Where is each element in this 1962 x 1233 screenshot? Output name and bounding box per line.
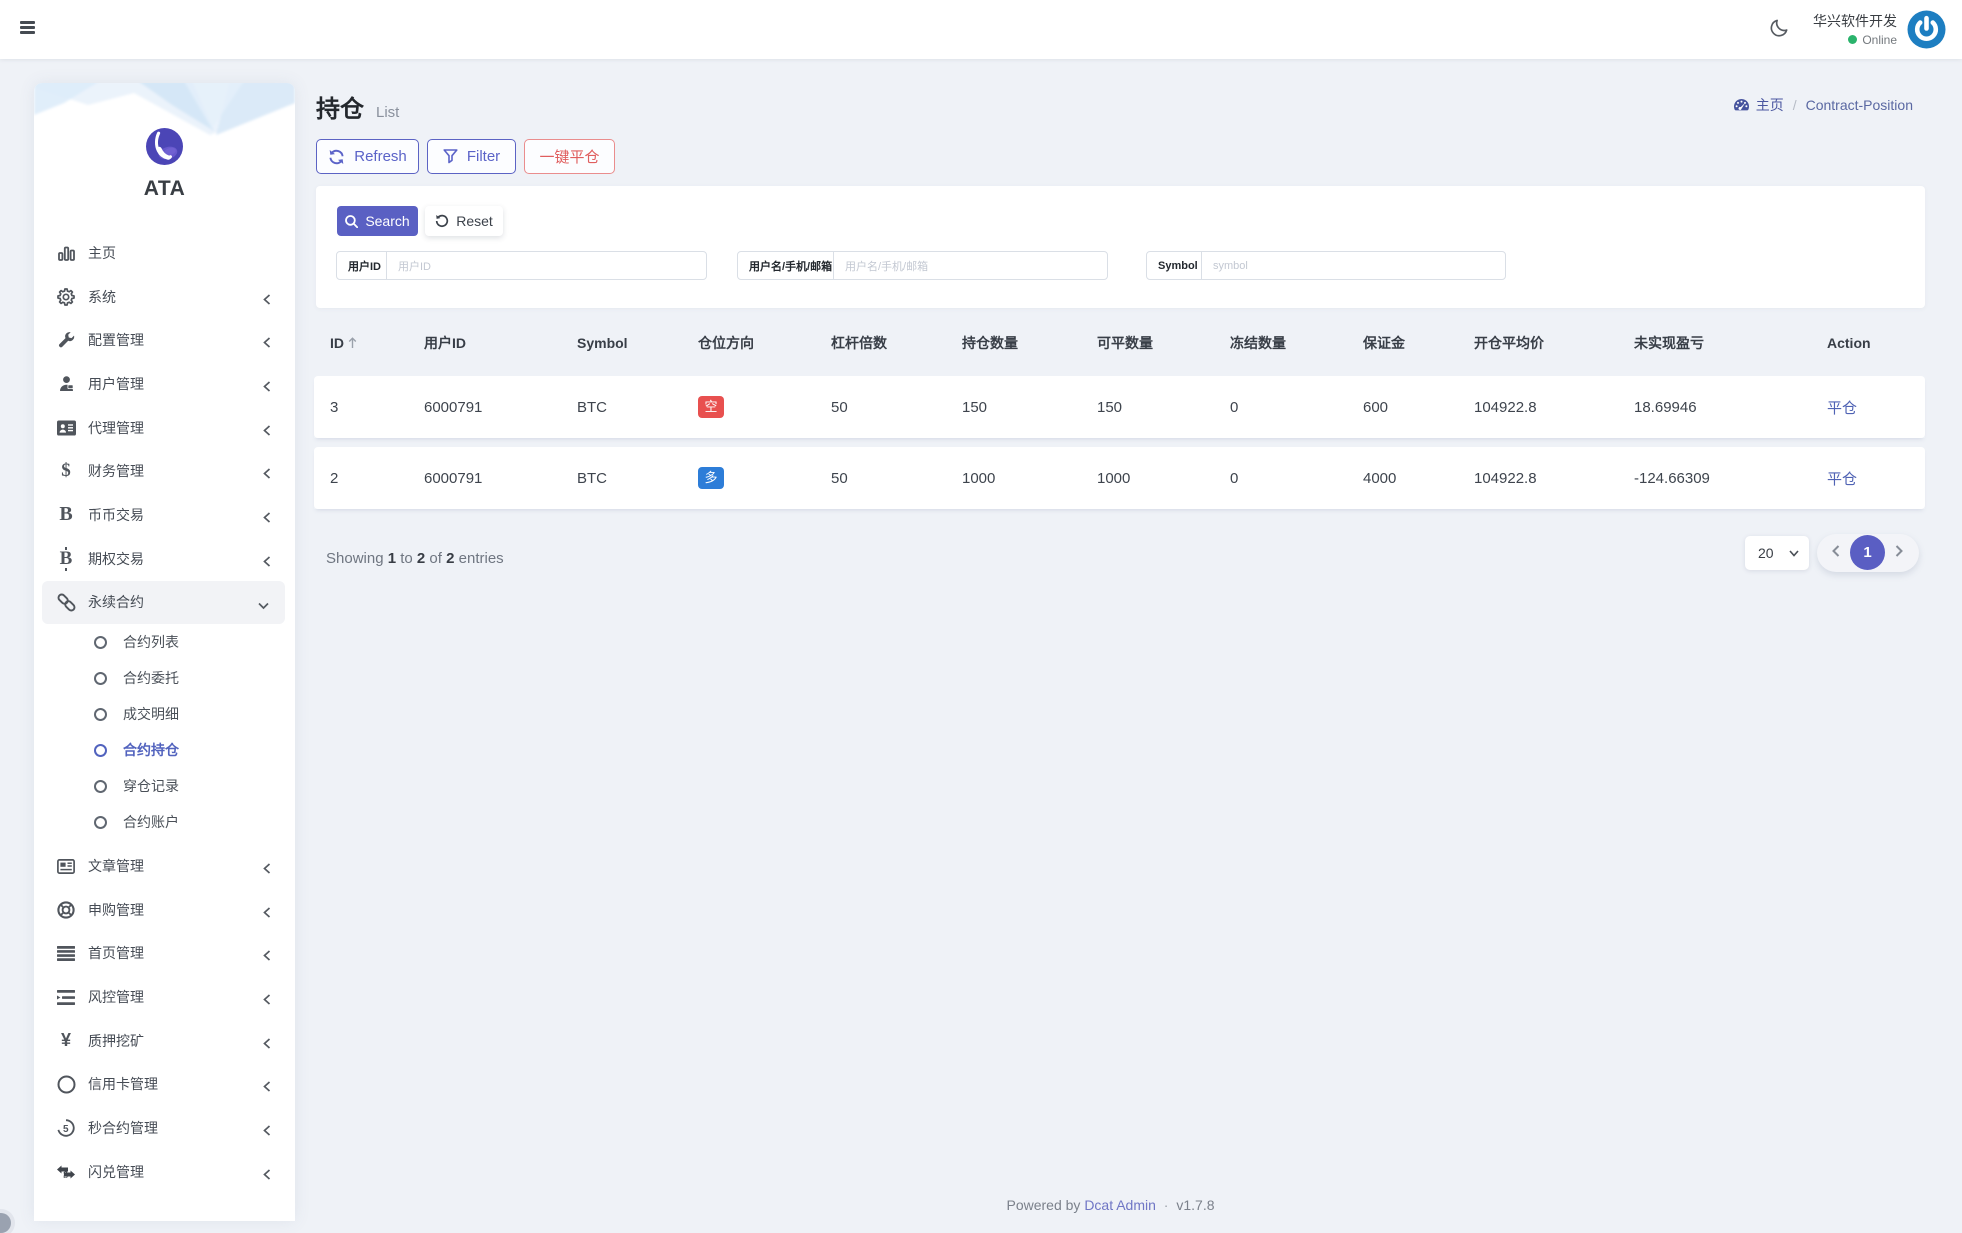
svg-text:5: 5 [63, 1124, 69, 1135]
svg-text:g: g [63, 1168, 68, 1178]
